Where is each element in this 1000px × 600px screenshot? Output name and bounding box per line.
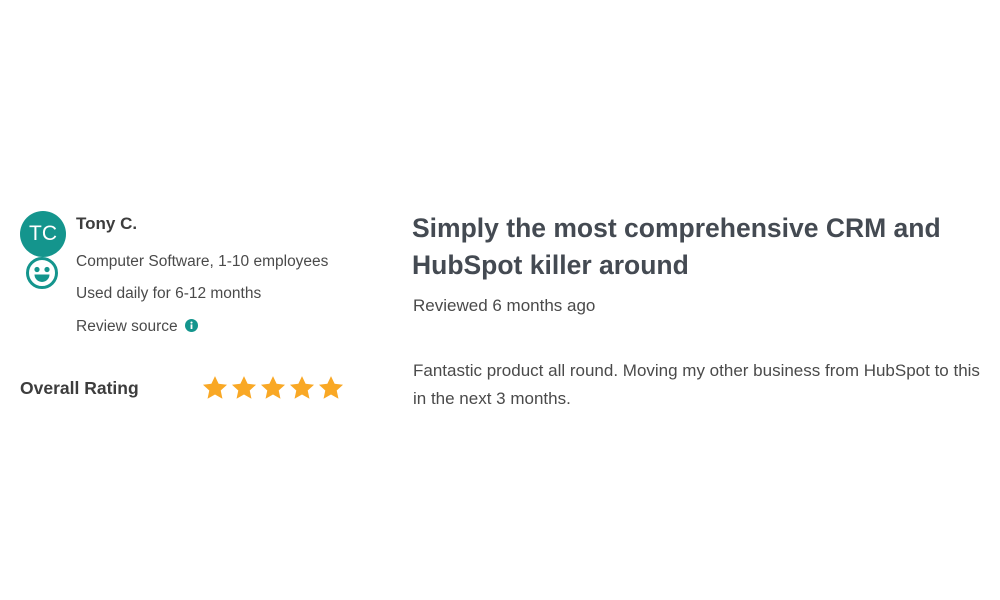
star-icon [202, 376, 228, 399]
review-title: Simply the most comprehensive CRM and Hu… [412, 213, 941, 280]
review-body: Fantastic product all round. Moving my o… [413, 361, 980, 408]
star-icon [318, 376, 344, 399]
overall-rating-label: Overall Rating [20, 378, 139, 398]
review-card: TC Tony C. Computer Software, 1-10 emplo… [0, 0, 1000, 600]
reviewer-usage: Used daily for 6-12 months [76, 285, 262, 302]
star-rating [201, 374, 345, 402]
reviewer-industry: Computer Software, 1-10 employees [76, 253, 329, 270]
review-source: Review source [76, 318, 198, 336]
star-icon [260, 376, 286, 399]
review-date: Reviewed 6 months ago [413, 296, 596, 315]
review-source-label: Review source [76, 318, 178, 335]
reviewer-name: Tony C. [76, 214, 138, 233]
star-icon [289, 376, 315, 399]
avatar: TC [20, 211, 66, 257]
info-icon[interactable] [184, 319, 198, 332]
happy-face-icon [26, 257, 58, 289]
star-icon [231, 376, 257, 399]
